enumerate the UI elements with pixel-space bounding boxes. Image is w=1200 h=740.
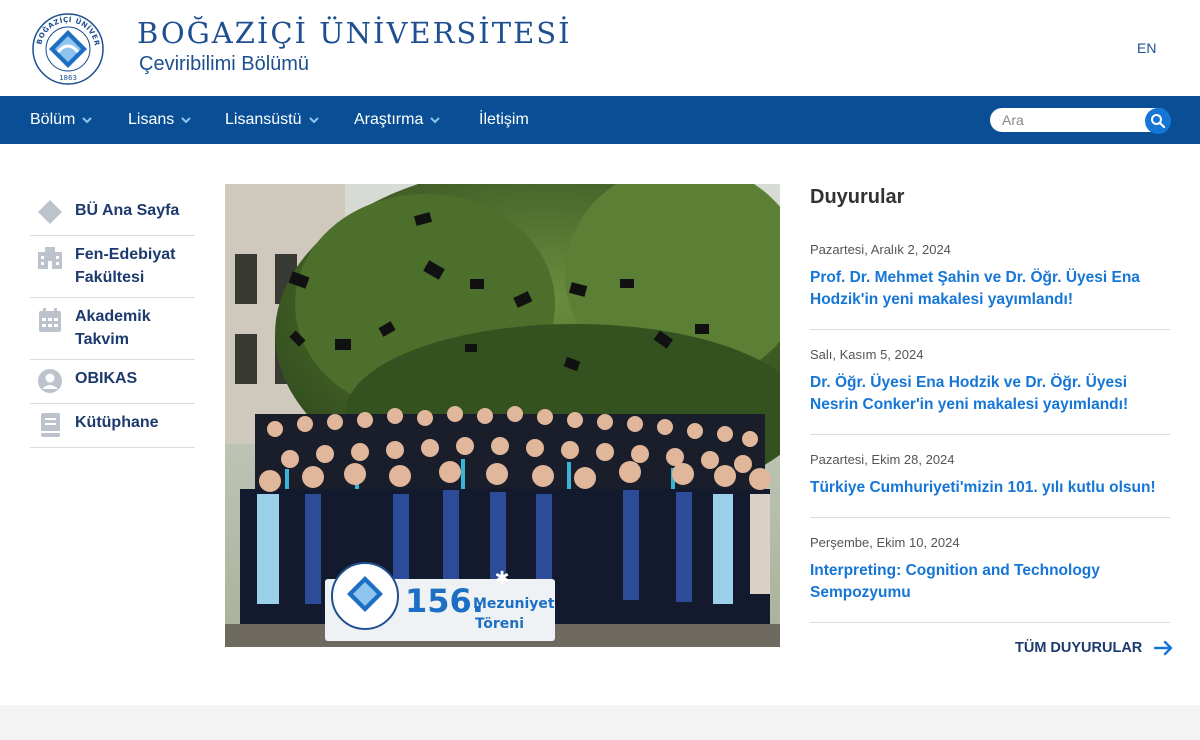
nav-label: Bölüm xyxy=(30,111,76,128)
svg-text:✱: ✱ xyxy=(494,568,509,589)
graduation-photo: 156. Mezuniyet Töreni ✱ xyxy=(225,184,780,647)
sidebar-item-label: Fen-Edebiyat Fakültesi xyxy=(75,246,176,286)
announcement-date: Pazartesi, Aralık 2, 2024 xyxy=(810,242,951,257)
sidebar-item-label: OBIKAS xyxy=(75,370,138,387)
sidebar-item-akademik-takvim[interactable]: Akademik Takvim xyxy=(30,298,195,360)
announcement-date: Salı, Kasım 5, 2024 xyxy=(810,347,924,362)
banner-text-2: Töreni xyxy=(475,616,524,632)
sidebar-item-fen-edebiyat[interactable]: Fen-Edebiyat Fakültesi xyxy=(30,236,195,298)
sidebar-item-label: Kütüphane xyxy=(75,414,159,431)
announcement-link[interactable]: Türkiye Cumhuriyeti'mizin 101. yılı kutl… xyxy=(810,477,1170,499)
announcements-title: Duyurular xyxy=(810,186,905,208)
chevron-down-icon xyxy=(430,117,441,124)
nav-item-bolum[interactable]: Bölüm xyxy=(30,96,93,144)
main-nav: Bölüm Lisans Lisansüstü Araştırma İletiş… xyxy=(0,96,1200,144)
building-icon xyxy=(38,247,62,269)
nav-label: İletişim xyxy=(479,111,529,128)
site-header: BOĞAZİÇİ ÜNİVERSİTESİ 1863 BOĞAZİÇİ ÜNİV… xyxy=(0,0,1200,96)
hero-graduation-photo[interactable]: 156. Mezuniyet Töreni ✱ xyxy=(225,184,780,647)
university-name[interactable]: BOĞAZİÇİ ÜNİVERSİTESİ xyxy=(137,16,572,50)
nav-item-arastirma[interactable]: Araştırma xyxy=(354,96,441,144)
all-announcements-label: TÜM DUYURULAR xyxy=(1015,640,1143,656)
diamond-icon xyxy=(38,200,62,224)
nav-label: Araştırma xyxy=(354,111,424,128)
logo-year: 1863 xyxy=(59,74,77,82)
announcement-item: Pazartesi, Ekim 28, 2024 Türkiye Cumhuri… xyxy=(810,435,1170,518)
sidebar-item-bu-ana-sayfa[interactable]: BÜ Ana Sayfa xyxy=(30,190,195,236)
sidebar-item-label: BÜ Ana Sayfa xyxy=(75,202,180,219)
announcement-item: Perşembe, Ekim 10, 2024 Interpreting: Co… xyxy=(810,518,1170,623)
nav-item-lisans[interactable]: Lisans xyxy=(128,96,192,144)
announcement-link[interactable]: Prof. Dr. Mehmet Şahin ve Dr. Öğr. Üyesi… xyxy=(810,267,1170,311)
search-input[interactable] xyxy=(1002,108,1137,132)
chevron-down-icon xyxy=(308,117,319,124)
calendar-icon xyxy=(39,308,61,332)
search-button[interactable] xyxy=(1145,108,1171,134)
department-name[interactable]: Çeviribilimi Bölümü xyxy=(139,53,309,76)
arrow-right-icon xyxy=(1154,640,1173,656)
sidebar-item-obikas[interactable]: OBIKAS xyxy=(30,360,195,404)
nav-label: Lisansüstü xyxy=(225,111,302,128)
announcement-date: Pazartesi, Ekim 28, 2024 xyxy=(810,452,955,467)
language-switch[interactable]: EN xyxy=(1137,40,1156,56)
chevron-down-icon xyxy=(181,117,191,124)
footer-band xyxy=(0,705,1200,740)
nav-label: Lisans xyxy=(128,111,175,128)
all-announcements-link[interactable]: TÜM DUYURULAR xyxy=(1015,640,1174,656)
chevron-down-icon xyxy=(82,117,93,124)
announcement-link[interactable]: Dr. Öğr. Üyesi Ena Hodzik ve Dr. Öğr. Üy… xyxy=(810,372,1170,416)
announcement-item: Salı, Kasım 5, 2024 Dr. Öğr. Üyesi Ena H… xyxy=(810,330,1170,435)
sidebar-item-label: Akademik Takvim xyxy=(75,308,151,348)
announcement-link[interactable]: Interpreting: Cognition and Technology S… xyxy=(810,560,1170,604)
banner-text-1: Mezuniyet xyxy=(473,596,555,612)
nav-item-iletisim[interactable]: İletişim xyxy=(479,96,529,144)
search-box xyxy=(990,108,1170,132)
announcement-item: Pazartesi, Aralık 2, 2024 Prof. Dr. Mehm… xyxy=(810,235,1170,330)
sidebar-item-kutuphane[interactable]: Kütüphane xyxy=(30,404,195,448)
university-logo[interactable]: BOĞAZİÇİ ÜNİVERSİTESİ 1863 xyxy=(28,5,105,86)
search-icon xyxy=(1151,114,1166,129)
book-icon xyxy=(41,413,60,437)
user-circle-icon xyxy=(38,369,62,393)
nav-item-lisansustu[interactable]: Lisansüstü xyxy=(225,96,320,144)
announcement-date: Perşembe, Ekim 10, 2024 xyxy=(810,535,960,550)
